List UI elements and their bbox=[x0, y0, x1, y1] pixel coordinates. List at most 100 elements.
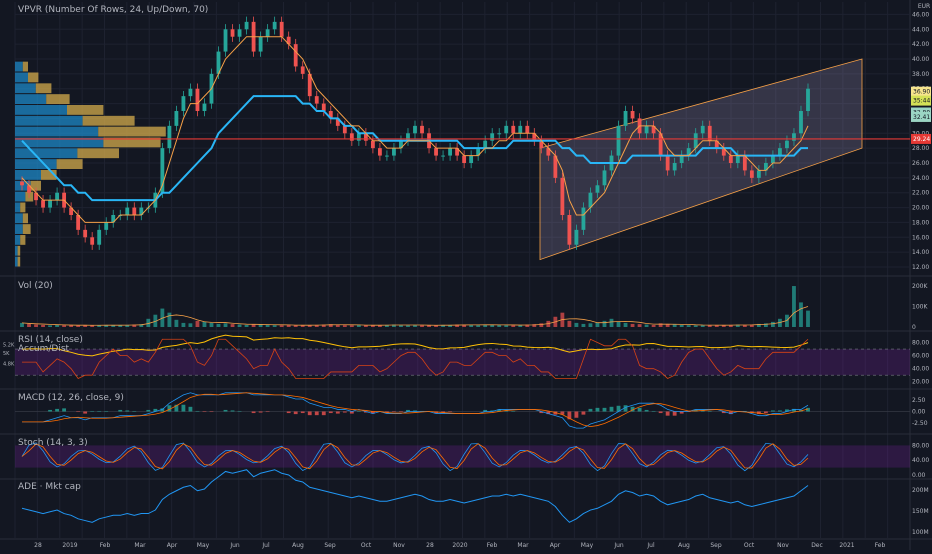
volume-bar bbox=[672, 324, 677, 327]
macd-hist-bar bbox=[448, 411, 453, 413]
candle-body bbox=[441, 155, 445, 157]
candle-body bbox=[735, 155, 740, 163]
candle-body bbox=[188, 88, 193, 97]
macd-hist-bar bbox=[770, 410, 775, 412]
macd-hist-bar bbox=[146, 409, 151, 412]
macd-hist-bar bbox=[511, 410, 516, 412]
volume-bar bbox=[370, 325, 375, 327]
candle-body bbox=[413, 125, 417, 134]
macd-hist-bar bbox=[237, 410, 242, 412]
ade-tick-label: 100M bbox=[912, 529, 929, 536]
candle-body bbox=[265, 29, 270, 37]
candle-body bbox=[770, 155, 775, 163]
candle-body bbox=[125, 207, 130, 215]
currency-label: EUR bbox=[918, 3, 930, 10]
candle-body bbox=[581, 207, 586, 230]
x-tick-label: Aug bbox=[678, 542, 690, 549]
volume-bar bbox=[567, 320, 572, 327]
x-tick-label: Apr bbox=[550, 542, 561, 549]
volume-bar bbox=[616, 321, 621, 327]
vpvr-up-bar bbox=[15, 72, 28, 83]
volume-bar bbox=[20, 322, 24, 327]
macd-hist-bar bbox=[258, 411, 263, 413]
candle-body bbox=[792, 133, 796, 141]
ade-tick-label: 150M bbox=[912, 508, 929, 515]
volume-tick-label: 100K bbox=[912, 304, 928, 311]
macd-hist-bar bbox=[672, 411, 677, 416]
vpvr-down-bar bbox=[82, 115, 135, 126]
price-tick-label: 24.00 bbox=[912, 175, 929, 182]
candle-body bbox=[595, 185, 600, 193]
volume-bar bbox=[48, 325, 52, 327]
candle-body bbox=[132, 207, 137, 215]
vpvr-up-bar bbox=[15, 61, 23, 72]
candle-body bbox=[679, 155, 684, 163]
candle-body bbox=[504, 125, 509, 134]
volume-bar bbox=[342, 325, 347, 327]
candle-body bbox=[490, 133, 495, 141]
volume-bar bbox=[300, 325, 305, 327]
candle-body bbox=[385, 155, 389, 157]
volume-bar bbox=[504, 325, 509, 327]
volume-bar bbox=[27, 323, 31, 327]
volume-bar bbox=[202, 321, 207, 327]
candle-body bbox=[448, 148, 453, 156]
vpvr-up-bar bbox=[15, 235, 21, 245]
candle-body bbox=[90, 237, 95, 245]
candle-body bbox=[518, 125, 523, 134]
volume-bar bbox=[41, 324, 45, 327]
candle-body bbox=[469, 155, 474, 163]
candle-body bbox=[321, 103, 326, 111]
vpvr-down-bar bbox=[22, 213, 28, 224]
x-tick-label: Nov bbox=[777, 542, 789, 549]
stoch-pane bbox=[15, 442, 910, 472]
ad-tick-label: 5K bbox=[3, 351, 10, 357]
volume-bar bbox=[223, 323, 228, 327]
vpvr-down-bar bbox=[17, 245, 21, 256]
vpvr-down-bar bbox=[56, 159, 83, 169]
candle-body bbox=[314, 96, 319, 104]
macd-hist-bar bbox=[399, 411, 403, 413]
volume-bar bbox=[770, 321, 775, 327]
x-tick-label: Jun bbox=[613, 542, 624, 549]
candle-body bbox=[406, 133, 410, 141]
volume-bar bbox=[406, 325, 410, 327]
vpvr-up-bar bbox=[15, 170, 41, 180]
macd-hist-bar bbox=[588, 408, 593, 412]
ade-tick-label: 200M bbox=[912, 487, 929, 494]
x-tick-label: Mar bbox=[134, 542, 146, 549]
vpvr-up-bar bbox=[15, 148, 78, 159]
price-tag-ma2: 32.41 bbox=[913, 114, 930, 121]
volume-bar bbox=[69, 325, 74, 327]
vpvr-up-bar bbox=[15, 159, 57, 169]
macd-hist-bar bbox=[62, 408, 67, 412]
price-tick-label: 20.00 bbox=[912, 205, 929, 212]
macd-hist-bar bbox=[76, 411, 81, 413]
macd-hist-bar bbox=[188, 406, 193, 412]
macd-hist-bar bbox=[118, 409, 123, 412]
macd-hist-bar bbox=[778, 410, 782, 412]
vpvr-down-bar bbox=[22, 224, 31, 234]
candle-body bbox=[693, 133, 698, 149]
ad-legend: Accum/Dist bbox=[18, 344, 70, 354]
volume-bar bbox=[195, 320, 200, 327]
candle-body bbox=[20, 181, 24, 186]
volume-bar bbox=[34, 324, 38, 327]
macd-hist-bar bbox=[342, 411, 347, 413]
macd-hist-bar bbox=[286, 411, 291, 414]
volume-bar bbox=[609, 318, 614, 327]
candle-body bbox=[574, 229, 579, 245]
volume-bar bbox=[265, 324, 270, 327]
candle-body bbox=[588, 192, 593, 208]
macd-hist-bar bbox=[602, 407, 607, 412]
volume-bar bbox=[174, 319, 179, 327]
macd-tick-label: -2.50 bbox=[912, 420, 928, 427]
stoch-tick-label: 80.00 bbox=[912, 442, 929, 449]
candle-body bbox=[728, 155, 733, 163]
volume-bar bbox=[209, 322, 214, 327]
volume-bar bbox=[251, 324, 256, 327]
price-tick-label: 40.00 bbox=[912, 56, 929, 63]
macd-hist-bar bbox=[574, 411, 579, 418]
volume-bar bbox=[595, 322, 600, 327]
candle-body bbox=[756, 170, 761, 178]
